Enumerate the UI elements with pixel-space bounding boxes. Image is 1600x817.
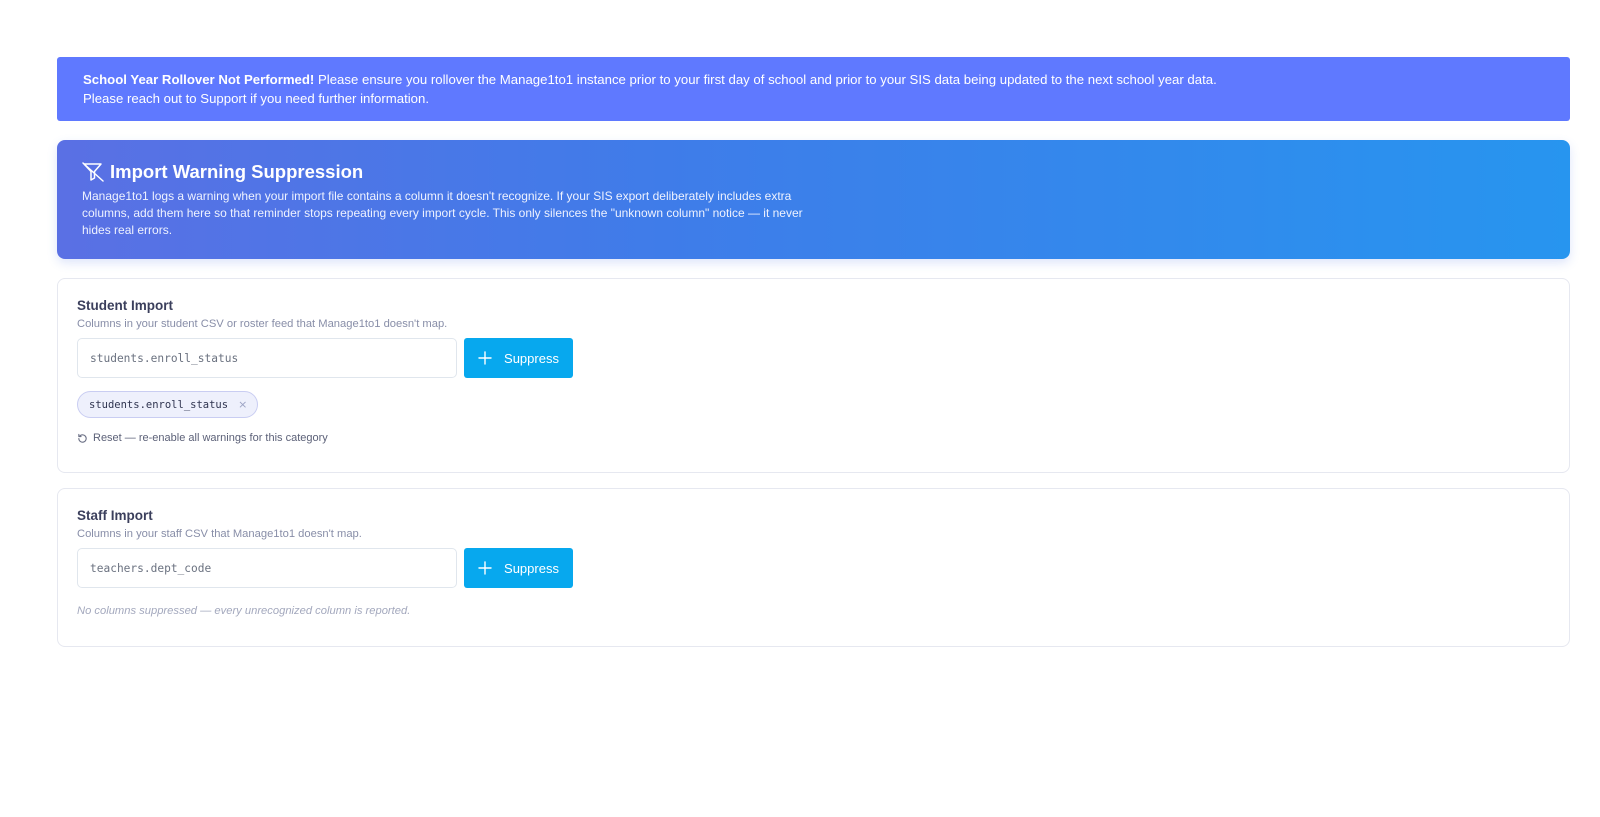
filter-off-icon: [82, 162, 104, 182]
alert-title: School Year Rollover Not Performed!: [83, 72, 315, 87]
staff-suppress-button[interactable]: Suppress: [464, 548, 573, 588]
suppress-label: Suppress: [504, 560, 559, 576]
hero-heading: Import Warning Suppression: [82, 159, 1545, 185]
reset-label: Reset — re-enable all warnings for this …: [93, 432, 328, 444]
staff-import-subtitle: Columns in your staff CSV that Manage1to…: [77, 528, 362, 540]
alert-message: Please ensure you rollover the Manage1to…: [314, 72, 1217, 87]
student-add-row: Suppress: [77, 338, 1550, 378]
staff-add-row: Suppress: [77, 548, 1550, 588]
staff-import-title: Staff Import: [77, 508, 153, 523]
student-import-subtitle: Columns in your student CSV or roster fe…: [77, 318, 448, 330]
student-reset-link[interactable]: Reset — re-enable all warnings for this …: [77, 432, 1550, 444]
hero-banner: Import Warning Suppression Manage1to1 lo…: [57, 140, 1570, 259]
student-column-input[interactable]: [77, 338, 457, 378]
alert-line-2: Please reach out to Support if you need …: [83, 91, 430, 106]
student-suppress-button[interactable]: Suppress: [464, 338, 573, 378]
rollover-alert: School Year Rollover Not Performed! Plea…: [57, 57, 1570, 121]
student-import-card: Student Import Columns in your student C…: [57, 278, 1570, 473]
chip-remove-icon[interactable]: ×: [238, 398, 247, 411]
hero-description: Manage1to1 logs a warning when your impo…: [82, 189, 803, 237]
suppress-label: Suppress: [504, 350, 559, 366]
reset-icon: [78, 433, 87, 443]
staff-column-input[interactable]: [77, 548, 457, 588]
student-import-title: Student Import: [77, 298, 173, 313]
plus-icon: [478, 351, 492, 365]
staff-import-card: Staff Import Columns in your staff CSV t…: [57, 488, 1570, 647]
alert-line-1: School Year Rollover Not Performed! Plea…: [83, 70, 1544, 89]
hero-title: Import Warning Suppression: [110, 161, 364, 182]
chip-label: students.enroll_status: [89, 398, 229, 411]
plus-icon: [478, 561, 492, 575]
staff-empty-message: No columns suppressed — every unrecogniz…: [77, 605, 411, 617]
suppressed-column-chip: students.enroll_status ×: [77, 391, 259, 418]
